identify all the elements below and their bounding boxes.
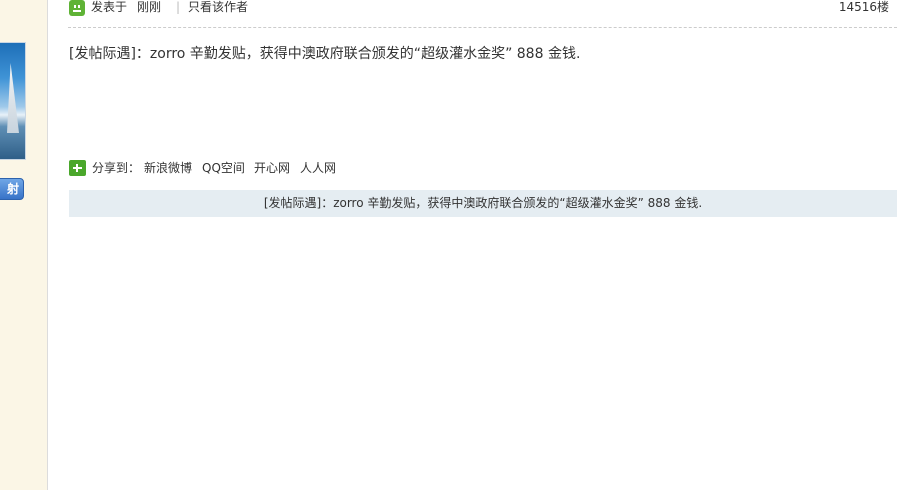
only-author-link[interactable]: 只看该作者 xyxy=(188,0,248,14)
user-sidebar: 射 xyxy=(0,0,48,490)
posted-label: 发表于 xyxy=(91,0,128,14)
reward-notice: [发帖际遇]：zorro 辛勤发贴，获得中澳政府联合颁发的“超级灌水金奖” 88… xyxy=(69,190,897,217)
sidebar-action-button[interactable]: 射 xyxy=(0,178,24,200)
floor-number[interactable]: 14516楼 xyxy=(839,0,889,14)
share-weibo-link[interactable]: 新浪微博 xyxy=(144,160,192,176)
avatar-image xyxy=(7,63,19,133)
meta-separator: | xyxy=(176,0,181,14)
avatar[interactable] xyxy=(0,42,26,160)
post-content: 发表于 刚刚 | 只看该作者 14516楼 [发帖际遇]：zorro 辛勤发贴，… xyxy=(48,0,923,490)
share-qzone-link[interactable]: QQ空间 xyxy=(202,160,245,176)
post-message: [发帖际遇]：zorro 辛勤发贴，获得中澳政府联合颁发的“超级灌水金奖” 88… xyxy=(69,46,581,62)
post-time: 刚刚 xyxy=(137,0,162,14)
online-status-icon xyxy=(69,0,85,16)
share-label: 分享到： xyxy=(92,161,141,175)
share-renren-link[interactable]: 人人网 xyxy=(300,160,336,176)
share-kaixin-link[interactable]: 开心网 xyxy=(254,160,290,176)
post-meta-bar: 发表于 刚刚 | 只看该作者 14516楼 xyxy=(68,0,897,28)
plus-icon xyxy=(69,160,86,176)
